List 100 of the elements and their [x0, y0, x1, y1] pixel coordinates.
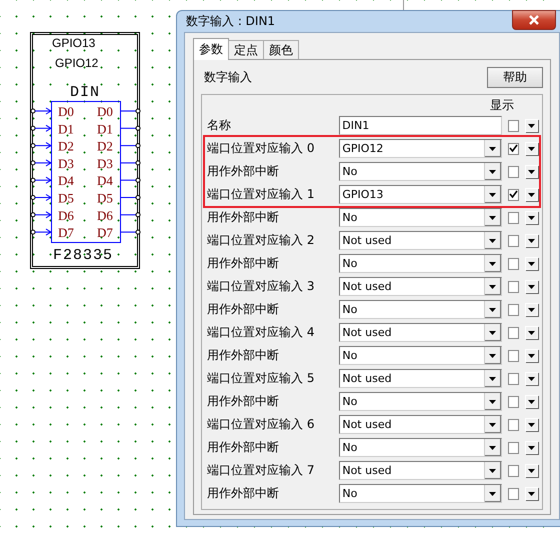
- combo-box[interactable]: GPIO12: [339, 139, 502, 158]
- caret-icon: [528, 400, 536, 404]
- combo-box[interactable]: Not used: [339, 323, 502, 342]
- output-pin-icon: [120, 143, 140, 148]
- dropdown-button[interactable]: [525, 349, 538, 362]
- dropdown-button[interactable]: [525, 464, 538, 477]
- combo-box[interactable]: No: [339, 162, 502, 181]
- combo-box[interactable]: No: [339, 392, 502, 411]
- dropdown-button[interactable]: [525, 395, 538, 408]
- show-checkbox[interactable]: [508, 326, 520, 338]
- output-pin-icon: [120, 108, 140, 114]
- field-label: 用作外部中断: [206, 393, 280, 410]
- combo-box[interactable]: Not used: [339, 461, 502, 480]
- field-label: 用作外部中断: [206, 163, 280, 180]
- show-checkbox[interactable]: [508, 396, 520, 408]
- combo-box[interactable]: Not used: [339, 415, 502, 434]
- show-checkbox[interactable]: [508, 120, 520, 132]
- dropdown-button[interactable]: [525, 188, 538, 201]
- show-checkbox[interactable]: [508, 418, 520, 430]
- show-checkbox[interactable]: [508, 350, 520, 362]
- show-checkbox[interactable]: [508, 304, 520, 316]
- caret-icon: [528, 376, 536, 380]
- section-label: 数字输入: [204, 68, 252, 86]
- tab[interactable]: 颜色: [263, 40, 299, 59]
- dropdown-button[interactable]: [525, 372, 538, 385]
- pin-label: D4: [58, 173, 74, 188]
- combo-box[interactable]: No: [339, 346, 502, 365]
- show-checkbox[interactable]: [508, 372, 520, 384]
- caret-icon: [489, 446, 496, 450]
- pin-label: D4: [97, 173, 113, 188]
- pin-label: D2: [97, 138, 113, 154]
- caret-icon: [528, 308, 536, 312]
- combo-box[interactable]: No: [339, 438, 502, 457]
- combo-box[interactable]: No: [339, 484, 502, 503]
- input-pin-icon: [30, 228, 52, 236]
- show-checkbox[interactable]: [508, 280, 520, 292]
- dropdown-button[interactable]: [525, 280, 538, 293]
- caret-icon: [489, 330, 496, 334]
- dropdown-button[interactable]: [525, 487, 538, 500]
- combo-box[interactable]: No: [339, 254, 502, 273]
- pin-label: D7: [58, 225, 74, 240]
- show-checkbox[interactable]: [508, 464, 520, 476]
- show-checkbox[interactable]: [508, 212, 520, 224]
- field-label: 端口位置对应输入 7: [206, 462, 316, 479]
- field-label: 端口位置对应输入 5: [206, 370, 316, 387]
- combo-box[interactable]: Not used: [339, 231, 502, 250]
- caret-icon: [489, 492, 496, 496]
- port-label: GPIO12: [55, 56, 98, 70]
- dropdown-button[interactable]: [525, 303, 538, 316]
- caret-icon: [489, 216, 496, 220]
- caret-icon: [489, 376, 496, 380]
- name-field[interactable]: DIN1: [339, 116, 502, 135]
- combo-box[interactable]: Not used: [339, 369, 502, 388]
- tab[interactable]: 定点: [228, 40, 264, 59]
- show-checkbox[interactable]: [508, 442, 520, 454]
- show-checkbox[interactable]: [508, 188, 520, 200]
- combo-box[interactable]: No: [339, 300, 502, 319]
- field-label: 用作外部中断: [206, 347, 280, 364]
- dropdown-button[interactable]: [525, 211, 538, 224]
- caret-icon: [489, 354, 496, 358]
- field-label: 端口位置对应输入 4: [206, 324, 316, 341]
- pin-label: D5: [97, 190, 113, 206]
- close-icon[interactable]: [512, 10, 556, 30]
- dropdown-button[interactable]: [525, 257, 538, 270]
- dropdown-button[interactable]: [525, 119, 538, 132]
- pin-label: D3: [97, 156, 113, 171]
- field-label: 端口位置对应输入 1: [206, 186, 316, 203]
- tab[interactable]: 参数: [193, 38, 229, 60]
- show-checkbox[interactable]: [508, 488, 520, 500]
- combo-box[interactable]: Not used: [339, 277, 502, 296]
- input-pin-icon: [30, 159, 52, 166]
- caret-icon: [528, 354, 536, 358]
- field-label: 名称: [206, 117, 232, 134]
- dropdown-button[interactable]: [525, 165, 538, 178]
- caret-icon: [528, 492, 536, 496]
- caret-icon: [528, 422, 536, 426]
- column-header: 显示: [490, 97, 514, 114]
- caret-icon: [528, 192, 536, 196]
- show-checkbox[interactable]: [508, 258, 520, 270]
- caret-icon: [528, 446, 536, 450]
- field-label: 用作外部中断: [206, 485, 280, 502]
- dropdown-button[interactable]: [525, 142, 538, 155]
- dropdown-button[interactable]: [525, 234, 538, 247]
- show-checkbox[interactable]: [508, 142, 520, 154]
- help-button[interactable]: 帮助: [487, 66, 543, 88]
- output-pin-icon: [120, 178, 140, 183]
- combo-box[interactable]: No: [339, 208, 502, 227]
- caret-icon: [489, 192, 496, 196]
- window-title: 数字输入 : DIN1: [185, 13, 276, 30]
- combo-box[interactable]: GPIO13: [339, 185, 502, 204]
- caret-icon: [489, 262, 496, 266]
- field-label: 用作外部中断: [206, 439, 280, 456]
- field-label: 端口位置对应输入 0: [206, 140, 316, 157]
- show-checkbox[interactable]: [508, 234, 520, 246]
- dropdown-button[interactable]: [525, 326, 538, 339]
- caret-icon: [528, 330, 536, 334]
- caret-icon: [528, 170, 536, 174]
- show-checkbox[interactable]: [508, 166, 520, 178]
- dropdown-button[interactable]: [525, 441, 538, 454]
- dropdown-button[interactable]: [525, 418, 538, 431]
